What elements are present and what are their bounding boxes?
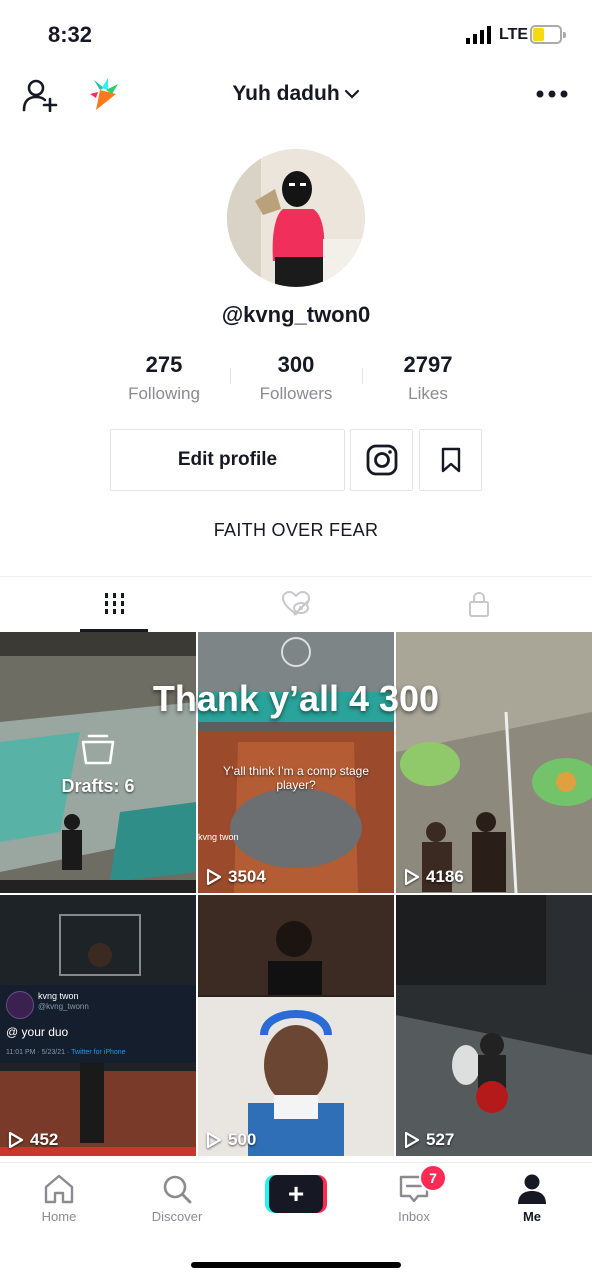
nav-inbox[interactable]: Inbox (354, 1163, 474, 1227)
tweet-avatar (6, 991, 34, 1019)
inbox-badge: 7 (419, 1164, 447, 1192)
tab-liked[interactable] (197, 577, 394, 631)
profile-icon (518, 1174, 546, 1204)
nav-label: Me (522, 1209, 542, 1224)
avatar[interactable] (227, 149, 365, 287)
hidden-heart-icon (281, 591, 310, 616)
bookmark-icon (441, 447, 460, 473)
tweet-name: kvng twon (38, 991, 79, 1001)
view-count: 4186 (404, 867, 464, 887)
search-icon (163, 1175, 192, 1204)
play-icon (206, 868, 222, 886)
network-label: LTE (499, 26, 529, 43)
chevron-down-icon (344, 90, 359, 100)
lock-icon (468, 591, 489, 617)
tweet-client: Twitter for iPhone (71, 1049, 126, 1056)
video-thumbnail (198, 895, 394, 1156)
stat-value: 300 (277, 352, 315, 377)
grid-icon (104, 593, 124, 614)
status-time: 8:32 (48, 22, 93, 47)
username-label: Yuh daduh (232, 82, 340, 105)
view-count-value: 4186 (426, 867, 464, 886)
video-thumbnail (198, 632, 394, 893)
stat-label: Following (128, 384, 200, 403)
video-tile[interactable]: 4186 (396, 632, 592, 893)
stat-followers[interactable]: 300 Followers (230, 352, 362, 404)
home-icon (44, 1174, 74, 1204)
nav-label: Home (41, 1209, 77, 1224)
signal-icon (466, 26, 491, 44)
view-count-value: 3504 (228, 867, 266, 886)
profile-stats: 275 Following 300 Followers 2797 Likes (98, 352, 494, 408)
view-count: 500 (206, 1130, 256, 1150)
tweet-time: 11:01 PM · 5/23/21 · (6, 1049, 72, 1056)
edit-profile-button[interactable]: Edit profile (110, 429, 345, 491)
stat-label: Followers (259, 384, 333, 403)
video-caption: Y’all think I’m a comp stage player? (222, 764, 370, 792)
nav-home[interactable]: Home (0, 1163, 119, 1227)
username-switcher[interactable]: Yuh daduh (0, 82, 592, 106)
view-count-value: 527 (426, 1130, 455, 1149)
profile-bio: FAITH OVER FEAR (213, 520, 379, 540)
profile-handle: @kvng_twon0 (221, 302, 371, 327)
play-icon (404, 1131, 420, 1149)
nav-me[interactable]: Me (472, 1163, 592, 1227)
instagram-icon (366, 444, 397, 476)
play-icon (206, 1131, 222, 1149)
play-icon (404, 868, 420, 886)
video-thumbnail (396, 895, 592, 1156)
nav-label: Inbox (398, 1209, 430, 1224)
tweet-card: kvng twon @kvng_twonn @ your duo 11:01 P… (0, 985, 196, 1063)
instagram-button[interactable] (350, 429, 413, 491)
view-count: 452 (8, 1130, 58, 1150)
video-watermark: kvng twon (198, 832, 239, 842)
video-tile[interactable]: Y’all think I’m a comp stage player? kvn… (198, 632, 394, 893)
view-count: 527 (404, 1130, 454, 1150)
battery-icon (530, 25, 566, 44)
edit-profile-label: Edit profile (177, 449, 278, 470)
view-count: 3504 (206, 867, 266, 887)
avatar-image (227, 149, 365, 287)
profile-header: Yuh daduh (0, 70, 592, 120)
status-bar: 8:32 LTE (0, 0, 592, 70)
tweet-meta: 11:01 PM · 5/23/21 · Twitter for iPhone (6, 1049, 126, 1056)
stat-likes[interactable]: 2797 Likes (362, 352, 494, 404)
drafts-label: Drafts: 6 (61, 776, 135, 796)
nav-discover[interactable]: Discover (117, 1163, 237, 1227)
drafts-icon (81, 734, 115, 765)
video-tile[interactable]: 500 (198, 895, 394, 1156)
view-count-value: 452 (30, 1130, 59, 1149)
video-thumbnail (396, 632, 592, 893)
favorites-button[interactable] (419, 429, 482, 491)
content-tabs (0, 576, 592, 633)
stat-following[interactable]: 275 Following (98, 352, 230, 404)
stat-label: Likes (408, 384, 448, 403)
tweet-handle: @kvng_twonn (38, 1002, 89, 1011)
create-button[interactable]: + (265, 1175, 327, 1213)
stat-value: 2797 (403, 352, 453, 377)
video-tile[interactable]: kvng twon @kvng_twonn @ your duo 11:01 P… (0, 895, 196, 1156)
drafts-tile[interactable]: Drafts: 6 (0, 632, 196, 893)
nav-label: Discover (151, 1209, 203, 1224)
play-icon (8, 1131, 24, 1149)
video-overlay-title: Thank y’all 4 300 (152, 678, 440, 719)
tweet-text: @ your duo (6, 1025, 69, 1039)
tab-private[interactable] (380, 577, 577, 631)
view-count-value: 500 (228, 1130, 257, 1149)
video-tile[interactable]: 527 (396, 895, 592, 1156)
home-indicator (191, 1262, 401, 1268)
stat-value: 275 (145, 352, 183, 377)
plus-icon: + (287, 1178, 305, 1209)
tab-videos[interactable] (16, 577, 213, 631)
more-icon[interactable] (534, 88, 570, 100)
